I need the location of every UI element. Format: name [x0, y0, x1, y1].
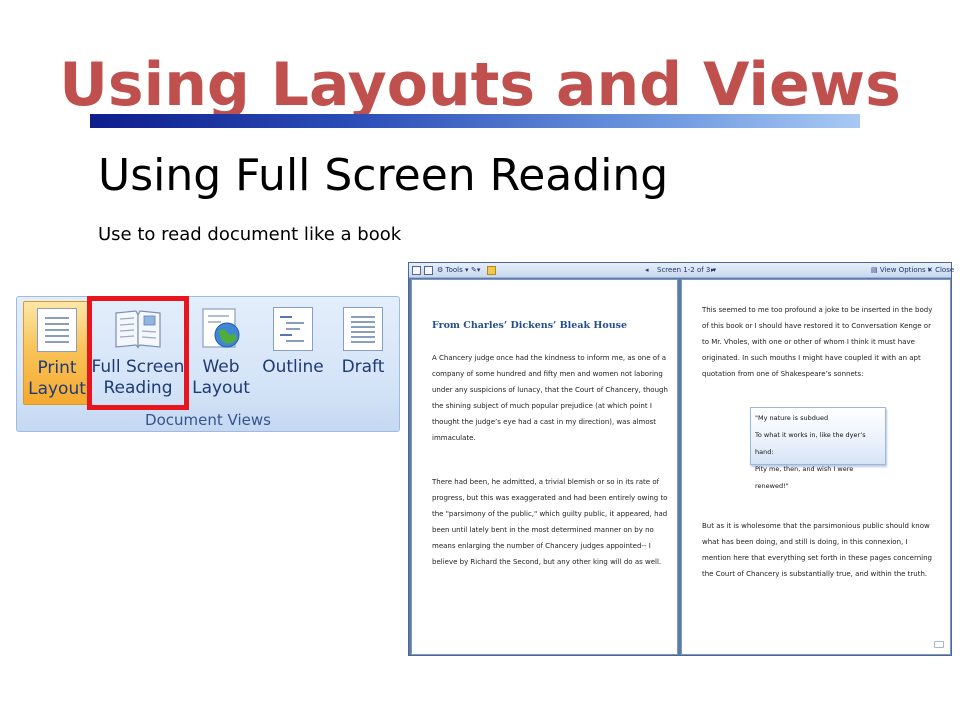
view-options-label: View Options — [879, 266, 926, 274]
quote-line: Pity me, then, and wish I were renewed!" — [755, 465, 854, 490]
right-paragraph-2: But as it is wholesome that the parsimon… — [702, 522, 932, 578]
web-layout-button[interactable]: Web Layout — [187, 301, 255, 405]
slide-title: Using Layouts and Views — [59, 50, 901, 120]
globe-page-icon — [199, 307, 243, 351]
quote-line: To what it works in, like the dyer’s han… — [755, 431, 866, 456]
ribbon-document-views-group: Print Layout Full Screen Reading Web Lay… — [16, 296, 400, 432]
print-layout-button[interactable]: Print Layout — [23, 301, 91, 405]
print-icon[interactable] — [424, 265, 433, 275]
prev-screen-icon[interactable]: ◂ — [645, 265, 649, 275]
page-title: From Charles’ Dickens’ Bleak House — [432, 320, 627, 331]
left-paragraph-1: A Chancery judge once had the kindness t… — [432, 354, 668, 442]
page-corner-icon[interactable] — [934, 641, 944, 648]
full-screen-reading-highlight — [87, 296, 189, 410]
title-underline-bar — [90, 114, 860, 128]
print-layout-label-2: Layout — [28, 379, 86, 399]
ribbon-group-label: Document Views — [145, 411, 271, 429]
tools-menu[interactable]: ⚙ Tools ▾ — [437, 265, 469, 275]
outline-icon — [273, 307, 313, 351]
screen-indicator[interactable]: Screen 1-2 of 3 ▾ — [657, 265, 716, 275]
reading-page-left: From Charles’ Dickens’ Bleak House A Cha… — [411, 279, 678, 655]
screen-label: Screen 1-2 of 3 — [657, 266, 711, 274]
print-layout-label-1: Print — [37, 358, 77, 378]
full-screen-reading-view: ⚙ Tools ▾ ✎▾ ◂ Screen 1-2 of 3 ▾ ▸ ▤ Vie… — [408, 262, 954, 656]
close-button[interactable]: ✕ Close — [927, 265, 954, 275]
web-layout-label-1: Web — [202, 357, 240, 377]
left-paragraph-2: There had been, he admitted, a trivial b… — [432, 478, 668, 566]
reading-page-right: This seemed to me too profound a joke to… — [681, 279, 951, 655]
print-layout-icon — [37, 308, 77, 352]
quote-callout: "My nature is subdued To what it works i… — [750, 407, 886, 490]
folder-icon[interactable] — [487, 265, 496, 275]
next-screen-icon[interactable]: ▸ — [711, 265, 715, 275]
highlighter-icon[interactable]: ✎▾ — [471, 265, 480, 275]
tools-label: Tools — [445, 266, 463, 274]
slide-heading: Using Full Screen Reading — [98, 150, 669, 201]
view-options-menu[interactable]: ▤ View Options ▾ — [871, 265, 931, 275]
outline-label: Outline — [262, 357, 324, 377]
right-paragraph-1: This seemed to me too profound a joke to… — [702, 306, 933, 378]
web-layout-label-2: Layout — [192, 378, 250, 398]
close-label: Close — [935, 266, 955, 274]
draft-icon — [343, 307, 383, 351]
save-icon[interactable] — [412, 265, 421, 275]
draft-label: Draft — [341, 357, 385, 377]
quote-line: "My nature is subdued — [755, 414, 829, 422]
draft-button[interactable]: Draft — [329, 301, 397, 405]
reading-toolbar: ⚙ Tools ▾ ✎▾ ◂ Screen 1-2 of 3 ▾ ▸ ▤ Vie… — [409, 263, 954, 278]
slide-subtext: Use to read document like a book — [98, 224, 402, 245]
outline-button[interactable]: Outline — [257, 301, 329, 405]
